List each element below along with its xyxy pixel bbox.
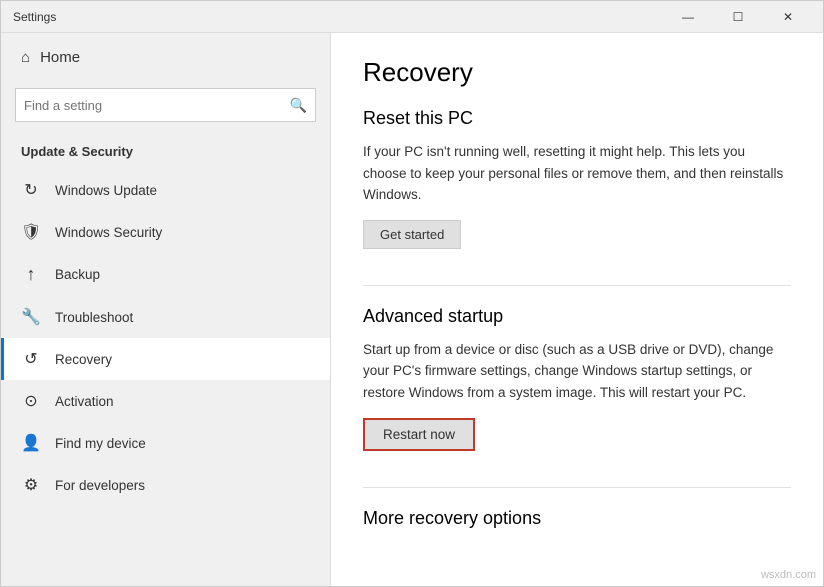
restart-now-button[interactable]: Restart now — [363, 418, 475, 451]
activation-icon: ⊙ — [21, 391, 41, 411]
page-title: Recovery — [363, 57, 791, 88]
search-input[interactable] — [24, 98, 290, 113]
search-icon: 🔍 — [290, 97, 307, 114]
sidebar-item-label: Find my device — [55, 436, 146, 451]
title-bar: Settings — ☐ ✕ — [1, 1, 823, 33]
advanced-section-desc: Start up from a device or disc (such as … — [363, 339, 791, 404]
find-my-device-icon: 👤 — [21, 433, 41, 453]
sidebar: ⌂ Home 🔍 Update & Security ↻ Windows Upd… — [1, 33, 331, 586]
sidebar-item-recovery[interactable]: ↺ Recovery — [1, 338, 330, 380]
sidebar-item-backup[interactable]: ↑ Backup — [1, 253, 330, 296]
sidebar-item-for-developers[interactable]: ⚙ For developers — [1, 464, 330, 506]
recovery-icon: ↺ — [21, 349, 41, 369]
sidebar-section-title: Update & Security — [1, 136, 330, 169]
reset-section-desc: If your PC isn't running well, resetting… — [363, 141, 791, 206]
reset-section-title: Reset this PC — [363, 108, 791, 129]
sidebar-item-windows-security[interactable]: 🛡 Windows Security — [1, 211, 330, 253]
troubleshoot-icon: 🔧 — [21, 307, 41, 327]
backup-icon: ↑ — [21, 264, 41, 285]
sidebar-item-label: Recovery — [55, 352, 112, 367]
divider — [363, 285, 791, 286]
more-recovery-title: More recovery options — [363, 508, 791, 529]
title-bar-controls: — ☐ ✕ — [665, 1, 811, 33]
sidebar-item-label: Windows Update — [55, 183, 157, 198]
home-icon: ⌂ — [21, 49, 30, 66]
sidebar-item-label: For developers — [55, 478, 145, 493]
windows-update-icon: ↻ — [21, 180, 41, 200]
sidebar-home-item[interactable]: ⌂ Home — [1, 33, 330, 82]
get-started-button[interactable]: Get started — [363, 220, 461, 249]
divider-2 — [363, 487, 791, 488]
sidebar-item-label: Backup — [55, 267, 100, 282]
advanced-section-title: Advanced startup — [363, 306, 791, 327]
sidebar-item-label: Troubleshoot — [55, 310, 133, 325]
content-area: ⌂ Home 🔍 Update & Security ↻ Windows Upd… — [1, 33, 823, 586]
settings-window: Settings — ☐ ✕ ⌂ Home 🔍 Update & Securit… — [0, 0, 824, 587]
sidebar-item-label: Windows Security — [55, 225, 162, 240]
sidebar-item-label: Activation — [55, 394, 114, 409]
sidebar-item-troubleshoot[interactable]: 🔧 Troubleshoot — [1, 296, 330, 338]
windows-security-icon: 🛡 — [21, 222, 41, 242]
sidebar-home-label: Home — [40, 49, 80, 66]
minimize-button[interactable]: — — [665, 1, 711, 33]
watermark: wsxdn.com — [761, 569, 816, 581]
sidebar-item-activation[interactable]: ⊙ Activation — [1, 380, 330, 422]
search-box[interactable]: 🔍 — [15, 88, 316, 122]
sidebar-item-windows-update[interactable]: ↻ Windows Update — [1, 169, 330, 211]
sidebar-item-find-my-device[interactable]: 👤 Find my device — [1, 422, 330, 464]
window-title: Settings — [13, 10, 665, 24]
main-content: Recovery Reset this PC If your PC isn't … — [331, 33, 823, 586]
close-button[interactable]: ✕ — [765, 1, 811, 33]
maximize-button[interactable]: ☐ — [715, 1, 761, 33]
for-developers-icon: ⚙ — [21, 475, 41, 495]
